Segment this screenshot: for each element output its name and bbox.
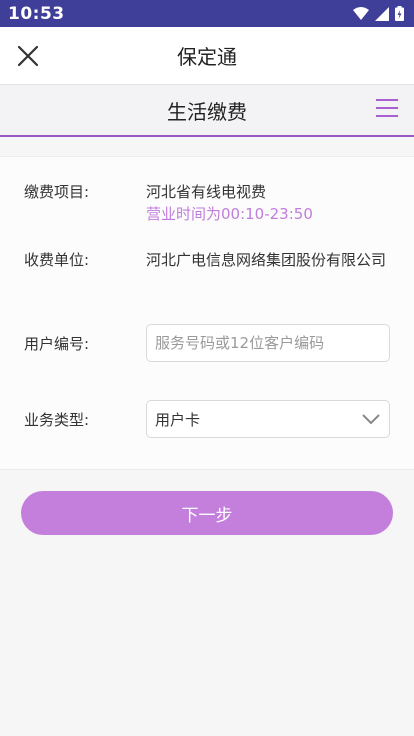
payment-item-value: 河北省有线电视费 bbox=[146, 183, 267, 201]
user-number-label: 用户编号: bbox=[24, 335, 90, 353]
business-type-value: 用户卡 bbox=[155, 410, 201, 429]
signal-icon bbox=[375, 6, 389, 21]
app-title: 保定通 bbox=[177, 45, 237, 69]
business-type-label: 业务类型: bbox=[24, 411, 90, 429]
hamburger-menu-icon[interactable] bbox=[376, 99, 398, 121]
close-icon[interactable] bbox=[17, 45, 39, 67]
payee-label: 收费单位: bbox=[24, 251, 90, 269]
payment-item-value-group: 河北省有线电视费 营业时间为00:10-23:50 bbox=[146, 181, 394, 225]
business-type-select[interactable]: 用户卡 bbox=[146, 400, 390, 438]
section-header: 生活缴费 bbox=[0, 85, 414, 137]
wifi-icon bbox=[353, 7, 369, 20]
payment-item-label: 缴费项目: bbox=[24, 183, 90, 201]
payment-form: 缴费项目: 河北省有线电视费 营业时间为00:10-23:50 收费单位: 河北… bbox=[0, 156, 414, 470]
payee-value: 河北广电信息网络集团股份有限公司 bbox=[146, 251, 387, 269]
app-bar: 保定通 bbox=[0, 27, 414, 85]
status-icons bbox=[353, 6, 404, 21]
user-number-input[interactable] bbox=[146, 324, 390, 362]
status-time: 10:53 bbox=[8, 3, 65, 24]
battery-charging-icon bbox=[395, 6, 404, 21]
chevron-down-icon bbox=[362, 414, 380, 425]
status-bar: 10:53 bbox=[0, 0, 414, 27]
section-title: 生活缴费 bbox=[167, 99, 247, 124]
business-hours: 营业时间为00:10-23:50 bbox=[146, 205, 313, 223]
next-step-button[interactable]: 下一步 bbox=[21, 491, 393, 535]
